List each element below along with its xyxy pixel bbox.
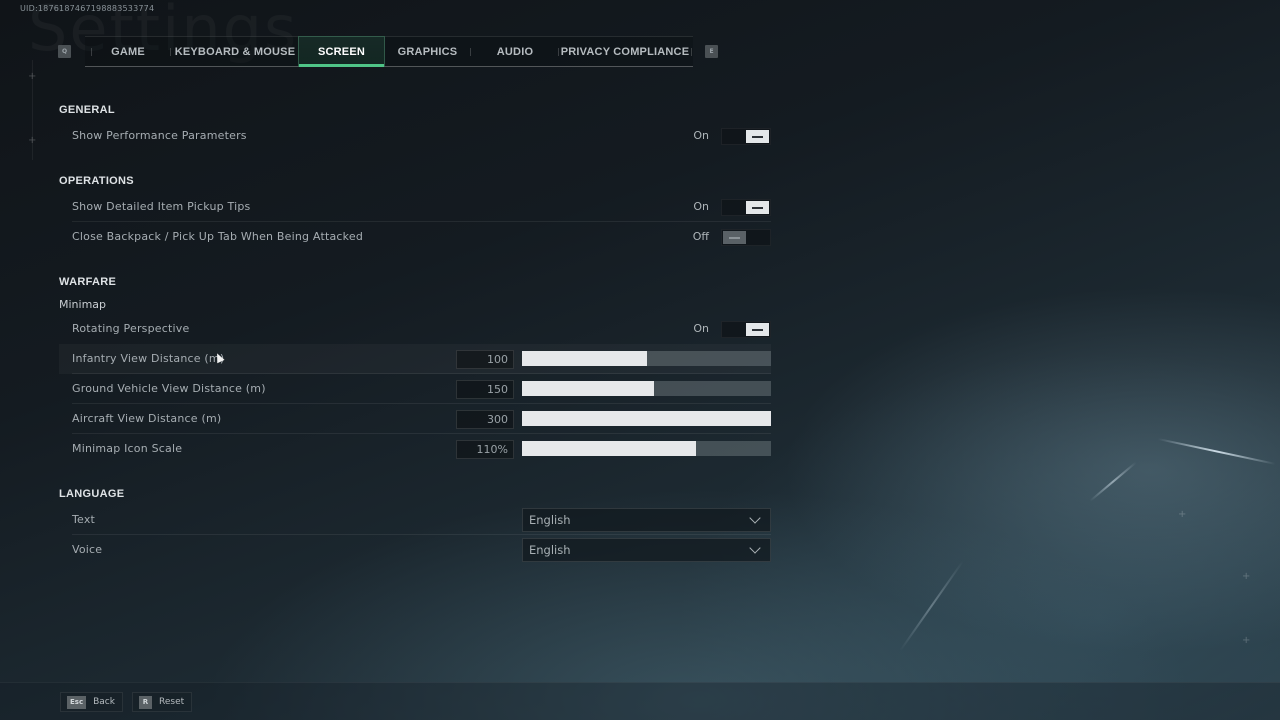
toggle-knob [723,231,746,244]
toggle-state-label: Off [692,230,709,243]
ground-vehicle-distance-slider[interactable] [522,381,771,396]
voice-language-dropdown[interactable]: English [522,538,771,562]
infantry-distance-value[interactable]: 100 [456,350,514,369]
decor-plus-icon: + [1242,571,1251,582]
aircraft-distance-slider[interactable] [522,411,771,426]
setting-show-performance[interactable]: Show Performance Parameters On [59,121,771,151]
slider-fill [522,351,647,366]
subgroup-minimap: Minimap [59,298,107,311]
setting-label: Text [72,513,96,526]
setting-label: Rotating Perspective [72,322,190,335]
text-language-dropdown[interactable]: English [522,508,771,532]
setting-label: Minimap Icon Scale [72,442,183,455]
tab-privacy-compliance[interactable]: PRIVACY COMPLIANCE [560,36,690,67]
back-label: Back [93,697,115,707]
chevron-down-icon [749,512,761,524]
setting-label: Close Backpack / Pick Up Tab When Being … [72,230,363,243]
tab-audio[interactable]: AUDIO [472,36,558,67]
setting-text-language[interactable]: Text English [59,505,771,535]
decor-plus-icon: + [1242,635,1251,646]
section-title-language: LANGUAGE [59,488,125,500]
light-streak [899,560,964,652]
tab-separator [691,48,692,56]
toggle-knob [746,323,769,336]
setting-label: Infantry View Distance (m) [72,352,225,365]
tab-separator [470,48,471,56]
show-performance-toggle[interactable] [721,128,771,145]
tab-graphics[interactable]: GRAPHICS [385,36,470,67]
setting-aircraft-distance[interactable]: Aircraft View Distance (m) 300 [59,404,771,434]
dropdown-value: English [529,543,571,557]
section-title-general: GENERAL [59,104,115,116]
section-title-operations: OPERATIONS [59,175,134,187]
lightning-streak [1157,438,1276,465]
settings-tab-bar: Q GAME KEYBOARD & MOUSE SCREEN GRAPHICS … [58,36,724,67]
section-title-warfare: WARFARE [59,276,117,288]
infantry-distance-slider[interactable] [522,351,771,366]
icon-scale-slider[interactable] [522,441,771,456]
tab-separator [558,48,559,56]
reset-label: Reset [159,697,185,707]
tab-screen[interactable]: SCREEN [298,36,385,67]
lightning-streak [1089,461,1137,502]
toggle-state-label: On [693,200,709,213]
r-key-icon: R [139,695,152,709]
slider-fill [522,411,771,426]
setting-ground-vehicle-distance[interactable]: Ground Vehicle View Distance (m) 150 [59,374,771,404]
setting-pickup-tips[interactable]: Show Detailed Item Pickup Tips On [59,192,771,222]
decor-plus-icon: + [1178,509,1187,520]
rotating-perspective-toggle[interactable] [721,321,771,338]
tab-separator [170,48,171,56]
setting-label: Show Performance Parameters [72,129,247,142]
pickup-tips-toggle[interactable] [721,199,771,216]
tab-separator [91,48,92,56]
slider-fill [522,441,697,456]
esc-key-icon: Esc [67,695,87,709]
setting-rotating-perspective[interactable]: Rotating Perspective On [59,314,771,344]
next-tab-key[interactable]: E [705,45,718,58]
ground-vehicle-distance-value[interactable]: 150 [456,380,514,399]
setting-close-backpack[interactable]: Close Backpack / Pick Up Tab When Being … [59,222,771,252]
decor-line [32,60,33,160]
setting-infantry-distance[interactable]: Infantry View Distance (m) 100 [59,344,771,374]
slider-fill [522,381,654,396]
prev-tab-key[interactable]: Q [58,45,71,58]
tab-game[interactable]: GAME [98,36,158,67]
icon-scale-value[interactable]: 110% [456,440,514,459]
setting-label: Aircraft View Distance (m) [72,412,222,425]
back-button[interactable]: Esc Back [60,692,123,712]
dropdown-value: English [529,513,571,527]
setting-label: Voice [72,543,103,556]
toggle-state-label: On [693,129,709,142]
user-id-label: UID:1876187467198883533774 [20,4,155,13]
footer-bar: Esc Back R Reset [0,682,1280,720]
tab-keyboard-mouse[interactable]: KEYBOARD & MOUSE [172,36,298,67]
toggle-knob [746,201,769,214]
toggle-knob [746,130,769,143]
close-backpack-toggle[interactable] [721,229,771,246]
setting-label: Ground Vehicle View Distance (m) [72,382,266,395]
setting-voice-language[interactable]: Voice English [59,535,771,565]
setting-label: Show Detailed Item Pickup Tips [72,200,251,213]
reset-button[interactable]: R Reset [132,692,193,712]
aircraft-distance-value[interactable]: 300 [456,410,514,429]
chevron-down-icon [749,542,761,554]
toggle-state-label: On [693,322,709,335]
setting-minimap-icon-scale[interactable]: Minimap Icon Scale 110% [59,434,771,464]
